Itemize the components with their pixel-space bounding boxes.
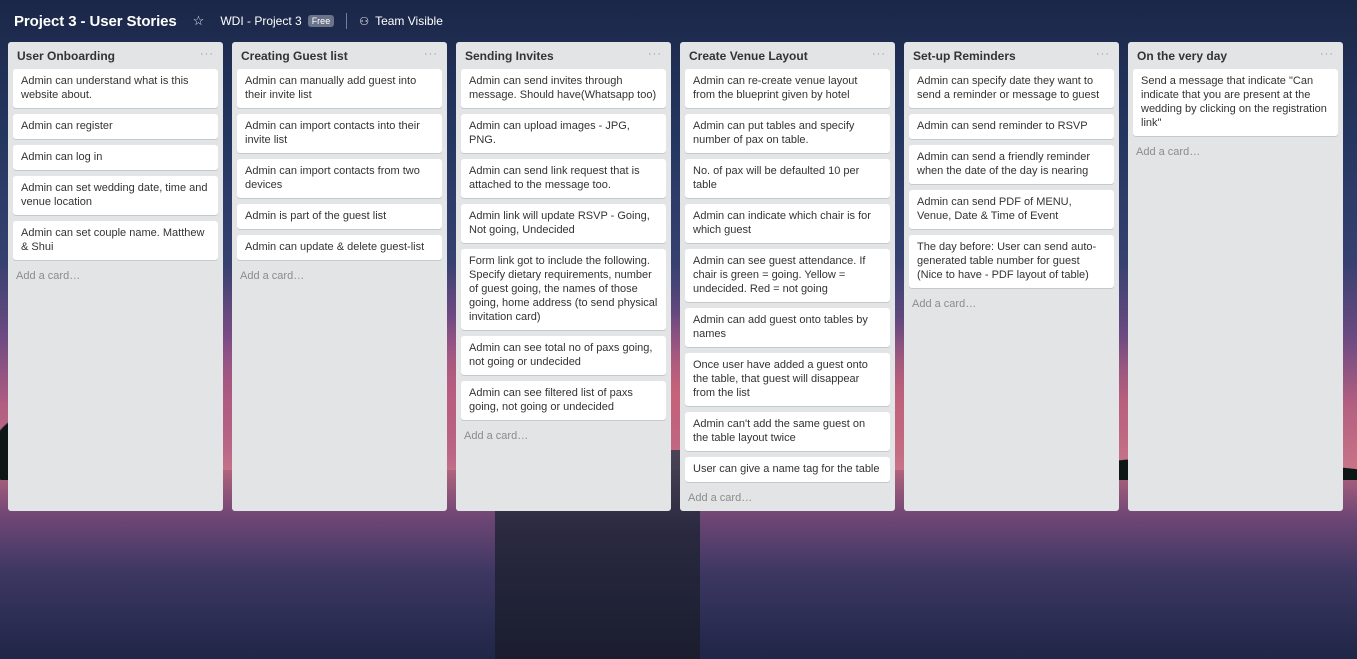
list-column: Sending Invites ··· Admin can send invites… <box>456 42 671 511</box>
list-menu-icon[interactable]: ··· <box>1320 48 1334 59</box>
list-card[interactable]: Admin can log in <box>13 145 218 170</box>
list-column: User Onboarding ··· Admin can understand w… <box>8 42 223 511</box>
board-title[interactable]: Project 3 - User Stories <box>14 13 177 30</box>
add-card-button[interactable]: Add a card… <box>1133 142 1338 165</box>
list-card[interactable]: User can give a name tag for the table <box>685 457 890 482</box>
team-name[interactable]: WDI - Project 3 <box>220 14 301 28</box>
board-lists: User Onboarding ··· Admin can understand w… <box>8 42 1343 511</box>
list-title[interactable]: On the very day <box>1137 49 1227 63</box>
list-card[interactable]: Admin can send a friendly reminder when … <box>909 145 1114 184</box>
list-column: Creating Guest list ··· Admin can manually… <box>232 42 447 511</box>
list-column: On the very day ··· Send a message that in… <box>1128 42 1343 511</box>
list-card[interactable]: Admin can indicate which chair is for wh… <box>685 204 890 243</box>
list-card[interactable]: Form link got to include the following. … <box>461 249 666 330</box>
list-card[interactable]: Admin can register <box>13 114 218 139</box>
list-card[interactable]: Admin can't add the same guest on the ta… <box>685 412 890 451</box>
list-title[interactable]: User Onboarding <box>17 49 115 63</box>
list-header: On the very day ··· <box>1133 42 1338 69</box>
add-card-button[interactable]: Add a card… <box>237 266 442 289</box>
list-card[interactable]: Admin can send invites through message. … <box>461 69 666 108</box>
add-card-button[interactable]: Add a card… <box>461 426 666 449</box>
add-card-button[interactable]: Add a card… <box>909 294 1114 317</box>
list-title[interactable]: Creating Guest list <box>241 49 348 63</box>
plan-badge: Free <box>307 15 335 27</box>
list-title[interactable]: Sending Invites <box>465 49 554 63</box>
list-title[interactable]: Create Venue Layout <box>689 49 808 63</box>
list-column: Create Venue Layout ··· Admin can re-creat… <box>680 42 895 511</box>
list-card[interactable]: Admin can send PDF of MENU, Venue, Date … <box>909 190 1114 229</box>
list-header: Sending Invites ··· <box>461 42 666 69</box>
list-card[interactable]: Admin can send reminder to RSVP <box>909 114 1114 139</box>
list-card[interactable]: Admin can set couple name. Matthew & Shu… <box>13 221 218 260</box>
list-card[interactable]: Admin can see filtered list of paxs goin… <box>461 381 666 420</box>
list-header: Create Venue Layout ··· <box>685 42 890 69</box>
list-card[interactable]: Admin can upload images - JPG, PNG. <box>461 114 666 153</box>
add-card-button[interactable]: Add a card… <box>13 266 218 289</box>
star-icon[interactable]: ☆ <box>193 13 205 29</box>
add-card-button[interactable]: Add a card… <box>685 488 890 511</box>
list-card[interactable]: No. of pax will be defaulted 10 per tabl… <box>685 159 890 198</box>
list-card[interactable]: Admin can understand what is this websit… <box>13 69 218 108</box>
list-header: Creating Guest list ··· <box>237 42 442 69</box>
list-card[interactable]: Admin can put tables and specify number … <box>685 114 890 153</box>
list-menu-icon[interactable]: ··· <box>424 48 438 59</box>
visibility-label[interactable]: Team Visible <box>375 14 443 28</box>
team-visibility-icon[interactable]: ⚇ <box>359 15 369 28</box>
list-card[interactable]: Send a message that indicate "Can indica… <box>1133 69 1338 136</box>
list-menu-icon[interactable]: ··· <box>200 48 214 59</box>
list-card[interactable]: Admin can add guest onto tables by names <box>685 308 890 347</box>
list-menu-icon[interactable]: ··· <box>872 48 886 59</box>
list-title[interactable]: Set-up Reminders <box>913 49 1016 63</box>
list-menu-icon[interactable]: ··· <box>648 48 662 59</box>
list-card[interactable]: Admin can import contacts from two devic… <box>237 159 442 198</box>
list-menu-icon[interactable]: ··· <box>1096 48 1110 59</box>
list-card[interactable]: Admin can send link request that is atta… <box>461 159 666 198</box>
list-header: User Onboarding ··· <box>13 42 218 69</box>
list-card[interactable]: Admin can see guest attendance. If chair… <box>685 249 890 302</box>
list-card[interactable]: The day before: User can send auto-gener… <box>909 235 1114 288</box>
list-card[interactable]: Admin can specify date they want to send… <box>909 69 1114 108</box>
list-card[interactable]: Admin can update & delete guest-list <box>237 235 442 260</box>
list-header: Set-up Reminders ··· <box>909 42 1114 69</box>
list-column: Set-up Reminders ··· Admin can specify dat… <box>904 42 1119 511</box>
board-header: Project 3 - User Stories ☆ WDI - Project… <box>0 0 1357 42</box>
list-card[interactable]: Once user have added a guest onto the ta… <box>685 353 890 406</box>
list-card[interactable]: Admin can set wedding date, time and ven… <box>13 176 218 215</box>
list-card[interactable]: Admin can manually add guest into their … <box>237 69 442 108</box>
list-card[interactable]: Admin link will update RSVP - Going, Not… <box>461 204 666 243</box>
list-card[interactable]: Admin is part of the guest list <box>237 204 442 229</box>
list-card[interactable]: Admin can re-create venue layout from th… <box>685 69 890 108</box>
list-card[interactable]: Admin can see total no of paxs going, no… <box>461 336 666 375</box>
list-card[interactable]: Admin can import contacts into their inv… <box>237 114 442 153</box>
header-divider <box>346 13 348 29</box>
